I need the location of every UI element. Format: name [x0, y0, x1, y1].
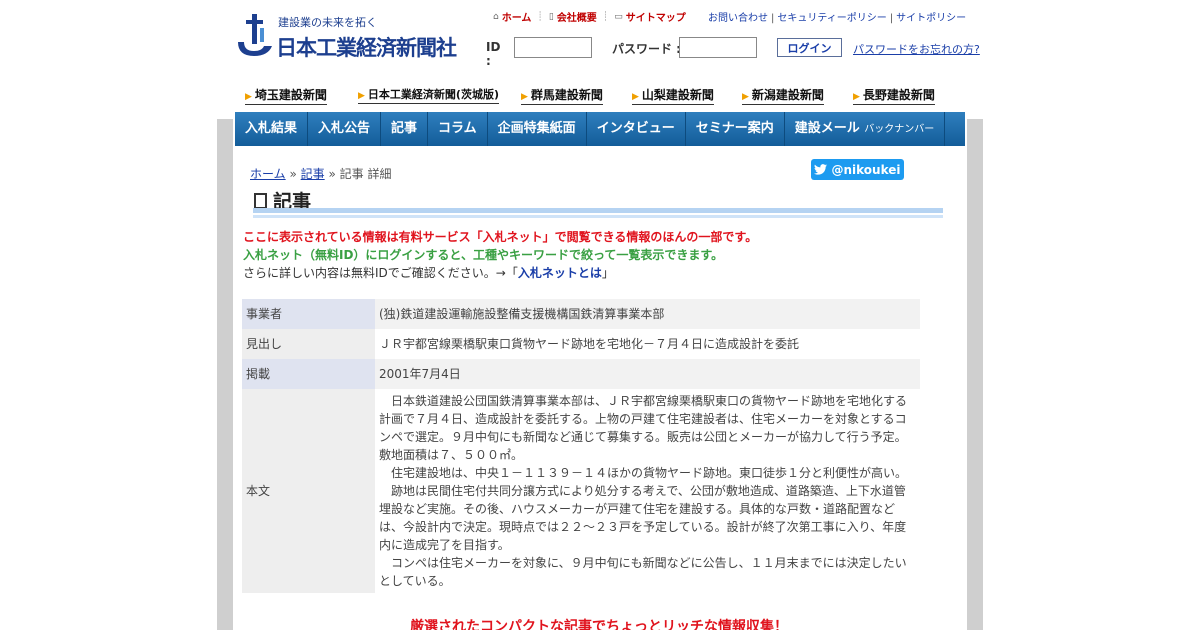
document-icon: [254, 192, 267, 209]
detail-value: (独)鉄道建設運輸施設整備支援機構国鉄清算事業本部: [375, 299, 920, 329]
breadcrumb: ホーム » 記事 » 記事 詳細: [250, 165, 391, 182]
nav-articles[interactable]: 記事: [381, 112, 429, 146]
nyusatsu-net-link[interactable]: 入札ネットとは: [518, 266, 602, 280]
nav-label: コラム: [438, 121, 477, 136]
promo-text: 厳選されたコンパクトな記事でちょっとリッチな情報収集！: [410, 619, 788, 630]
site-policy-link[interactable]: サイトポリシー: [896, 13, 966, 24]
nav-seminars[interactable]: セミナー案内: [686, 112, 785, 146]
login-button[interactable]: ログイン: [777, 38, 842, 57]
arrow-right-icon: ▶: [358, 91, 365, 101]
util-sitemap-label: サイトマップ: [625, 13, 686, 24]
arrow-right-icon: ▶: [245, 92, 252, 102]
logo-mark-icon: [238, 14, 272, 56]
breadcrumb-home[interactable]: ホーム: [250, 167, 286, 181]
site-logo[interactable]: 建設業の未来を拓く 日本工業経済新聞社: [234, 12, 464, 60]
twitter-bird-icon: [814, 164, 828, 175]
util-company-label: 会社概要: [556, 13, 597, 24]
nav-columns[interactable]: コラム: [428, 112, 488, 146]
arrow-right-icon: ▶: [632, 92, 639, 102]
notice-free-id: さらに詳しい内容は無料IDでご確認ください。→「入札ネットとは」: [243, 264, 614, 281]
detail-row: 本文 日本鉄道建設公団国鉄清算事業本部は、ＪＲ宇都宮線栗橋駅東口の貨物ヤード跡地…: [242, 389, 920, 593]
paper-link-gunma[interactable]: ▶ 群馬建設新聞: [521, 86, 603, 105]
nav-interviews[interactable]: インタビュー: [587, 112, 686, 146]
detail-row: 掲載 2001年7月4日: [242, 359, 920, 389]
paper-link-saitama[interactable]: ▶ 埼玉建設新聞: [245, 86, 327, 105]
page-frame-right: [967, 119, 983, 630]
detail-key: 事業者: [242, 299, 375, 329]
sitemap-icon: ▭: [614, 11, 623, 22]
newspaper-links: ▶ 埼玉建設新聞 ▶ 日本工業経済新聞(茨城版) ▶ 群馬建設新聞 ▶ 山梨建設新聞 ▶…: [245, 86, 965, 106]
article-body: 日本鉄道建設公団国鉄清算事業本部は、ＪＲ宇都宮線栗橋駅東口の貨物ヤード跡地を宅地…: [375, 389, 920, 593]
arrow-right-icon: ▶: [742, 92, 749, 102]
nav-bid-notices[interactable]: 入札公告: [308, 112, 382, 146]
notice-free-login: 入札ネット（無料ID）にログインすると、工種やキーワードで絞って一覧表示できます…: [243, 248, 724, 262]
nav-label: 入札結果: [245, 121, 298, 136]
nav-label: セミナー案内: [695, 121, 774, 136]
paper-link-niigata[interactable]: ▶ 新潟建設新聞: [742, 86, 824, 105]
divider: ┊: [537, 11, 543, 22]
paper-link-yamanashi[interactable]: ▶ 山梨建設新聞: [632, 86, 714, 105]
detail-key: 本文: [242, 389, 375, 593]
id-input[interactable]: [514, 37, 592, 58]
notice-suffix: 」: [601, 266, 614, 280]
password-input[interactable]: [679, 37, 757, 58]
paper-label: 群馬建設新聞: [530, 88, 603, 102]
paper-label: 埼玉建設新聞: [254, 88, 327, 102]
nav-special-features[interactable]: 企画特集紙面: [488, 112, 587, 146]
detail-value: ＪＲ宇都宮線栗橋駅東口貨物ヤード跡地を宅地化－７月４日に造成設計を委託: [375, 329, 920, 359]
utility-nav: ⌂ ホーム ┊ ▯ 会社概要 ┊ ▭ サイトマップ: [493, 9, 686, 25]
breadcrumb-articles[interactable]: 記事: [301, 167, 325, 181]
paper-label: 山梨建設新聞: [641, 88, 714, 102]
paper-link-ibaraki[interactable]: ▶ 日本工業経済新聞(茨城版): [358, 86, 499, 104]
detail-key: 見出し: [242, 329, 375, 359]
nav-label: 記事: [391, 121, 418, 136]
twitter-handle: @nikoukei: [831, 162, 901, 177]
forgot-password-link[interactable]: パスワードをお忘れの方?: [853, 41, 980, 57]
page-frame-left: [217, 119, 233, 630]
nav-sublabel: バックナンバー: [864, 124, 935, 135]
paper-label: 新潟建設新聞: [751, 88, 824, 102]
paper-link-nagano[interactable]: ▶ 長野建設新聞: [853, 86, 935, 105]
nav-label: 建設メール: [794, 121, 860, 136]
nav-label: 入札公告: [318, 121, 371, 136]
document-icon: ▯: [548, 11, 554, 22]
logo-tagline: 建設業の未来を拓く: [278, 16, 377, 29]
logo-name: 日本工業経済新聞社: [276, 36, 457, 60]
main-nav: 入札結果 入札公告 記事 コラム 企画特集紙面 インタビュー セミナー案内 建設…: [235, 112, 965, 146]
nav-label: 企画特集紙面: [497, 121, 576, 136]
notice-prefix: さらに詳しい内容は無料IDでご確認ください。→「: [243, 266, 518, 280]
password-label: パスワード :: [612, 42, 681, 56]
divider: |: [771, 13, 775, 24]
detail-key: 掲載: [242, 359, 375, 389]
twitter-follow-button[interactable]: @nikoukei: [811, 159, 904, 180]
article-detail-table: 事業者 (独)鉄道建設運輸施設整備支援機構国鉄清算事業本部 見出し ＪＲ宇都宮線…: [242, 299, 920, 593]
detail-value: 2001年7月4日: [375, 359, 920, 389]
security-policy-link[interactable]: セキュリティーポリシー: [777, 13, 886, 24]
breadcrumb-separator: »: [289, 167, 297, 181]
policy-links: お問い合わせ | セキュリティーポリシー | サイトポリシー: [708, 9, 966, 24]
breadcrumb-current: 記事 詳細: [339, 167, 392, 181]
util-company-link[interactable]: ▯ 会社概要: [548, 9, 597, 25]
notice-paid-service: ここに表示されている情報は有料サービス「入札ネット」で閲覧できる情報のほんの一部…: [243, 230, 758, 244]
divider: ┊: [602, 11, 609, 22]
id-label: ID :: [486, 40, 501, 68]
arrow-right-icon: ▶: [521, 92, 528, 102]
title-underline: [253, 208, 943, 218]
detail-row: 事業者 (独)鉄道建設運輸施設整備支援機構国鉄清算事業本部: [242, 299, 920, 329]
paper-label: 日本工業経済新聞(茨城版): [367, 88, 499, 101]
util-sitemap-link[interactable]: ▭ サイトマップ: [614, 9, 686, 25]
util-home-label: ホーム: [501, 13, 532, 24]
home-icon: ⌂: [493, 11, 499, 22]
detail-row: 見出し ＪＲ宇都宮線栗橋駅東口貨物ヤード跡地を宅地化－７月４日に造成設計を委託: [242, 329, 920, 359]
divider: |: [889, 13, 894, 24]
contact-link[interactable]: お問い合わせ: [708, 13, 768, 24]
nav-construction-mail[interactable]: 建設メール バックナンバー: [785, 112, 946, 146]
nav-label: インタビュー: [596, 121, 675, 136]
arrow-right-icon: ▶: [853, 92, 860, 102]
nav-bid-results[interactable]: 入札結果: [235, 112, 309, 146]
paper-label: 長野建設新聞: [862, 88, 935, 102]
breadcrumb-separator: »: [328, 167, 336, 181]
util-home-link[interactable]: ⌂ ホーム: [493, 9, 532, 25]
